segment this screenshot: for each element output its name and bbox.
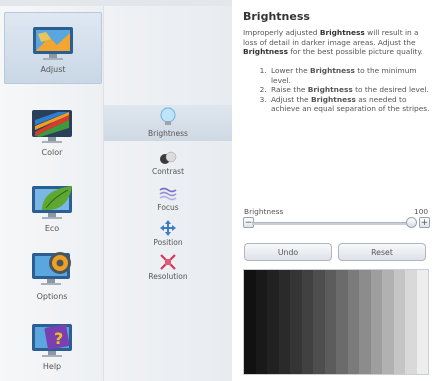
submenu-item-focus[interactable]: Focus [104,186,232,214]
gray-stripe [370,270,382,374]
submenu-item-resolution[interactable]: Resolution [104,253,232,281]
page-title: Brightness [243,10,310,23]
submenu-item-label: Position [153,238,183,247]
step-text: Raise the [271,85,308,94]
undo-button[interactable]: Undo [244,243,332,261]
submenu-item-label: Brightness [148,129,188,138]
gray-stripe [278,270,290,374]
slider-increase-button[interactable]: + [419,217,430,228]
step-text-bold: Brightness [309,66,355,75]
gray-stripe [324,270,336,374]
brightness-slider-thumb[interactable] [406,217,417,228]
step-text-bold: Brightness [310,94,356,104]
color-icon [32,110,72,143]
slider-value: 100 [414,207,429,216]
intro-text-part: Improperly adjusted [243,28,320,37]
resolution-icon [160,254,176,270]
eco-leaf-icon [32,186,72,219]
sidebar-item-options[interactable]: Options [4,238,100,308]
grayscale-test-pattern [243,269,429,375]
move-arrows-icon [160,220,176,236]
submenu-item-label: Contrast [151,167,185,176]
gray-stripe [255,270,267,374]
top-strip [0,0,232,6]
intro-text: Improperly adjusted Brightness will resu… [243,28,433,57]
gray-stripe [405,270,417,374]
step-text-bold: Brightness [307,85,353,94]
submenu-item-contrast[interactable]: Contrast [104,150,232,180]
intro-text-part: for the best possible picture quality. [287,47,423,56]
gray-stripe [359,270,371,374]
svg-text:?: ? [54,329,63,348]
contrast-icon [160,151,177,164]
sidebar-item-help[interactable]: ? Help [4,310,100,380]
sidebar-item-label: Color [41,148,63,157]
submenu-item-brightness[interactable]: Brightness [104,105,232,141]
sidebar-item-label: Adjust [40,65,66,74]
sidebar-item-label: Options [36,292,68,301]
lightbulb-icon [160,107,176,125]
intro-text-bold: Brightness [319,28,365,37]
help-icon: ? [32,324,72,357]
gray-stripe [244,270,256,374]
submenu-item-position[interactable]: Position [104,219,232,247]
gray-stripe [416,270,428,374]
submenu-item-label: Resolution [148,272,188,281]
intro-text-bold: Brightness [243,47,288,56]
gray-stripe [313,270,325,374]
sidebar-item-label: Help [42,362,62,371]
instruction-steps: Lower the Brightness to the minimum leve… [243,66,433,114]
step-text: Lower the [271,66,310,75]
focus-waves-icon [159,187,177,201]
gray-stripe [347,270,359,374]
step-item: Adjust the Brightness as needed to achie… [269,95,433,114]
gray-stripe [290,270,302,374]
step-text: to the desired level. [352,85,429,94]
step-text: Adjust the [271,94,311,104]
brightness-slider-track[interactable] [252,222,410,225]
gray-stripe [301,270,313,374]
step-item: Raise the Brightness to the desired leve… [269,85,433,95]
slider-label: Brightness [244,207,284,216]
sidebar-item-adjust[interactable]: Adjust [4,12,102,84]
sidebar-item-label: Eco [44,224,60,233]
reset-button[interactable]: Reset [338,243,426,261]
submenu-item-label: Focus [157,203,179,212]
gray-stripe [336,270,348,374]
gray-stripe [382,270,394,374]
sidebar-item-eco[interactable]: Eco [4,172,100,242]
sidebar-item-color[interactable]: Color [4,96,100,166]
gray-stripe [393,270,405,374]
step-item: Lower the Brightness to the minimum leve… [269,66,433,85]
gray-stripe [267,270,279,374]
gear-icon [32,252,71,285]
adjust-icon [33,27,73,60]
